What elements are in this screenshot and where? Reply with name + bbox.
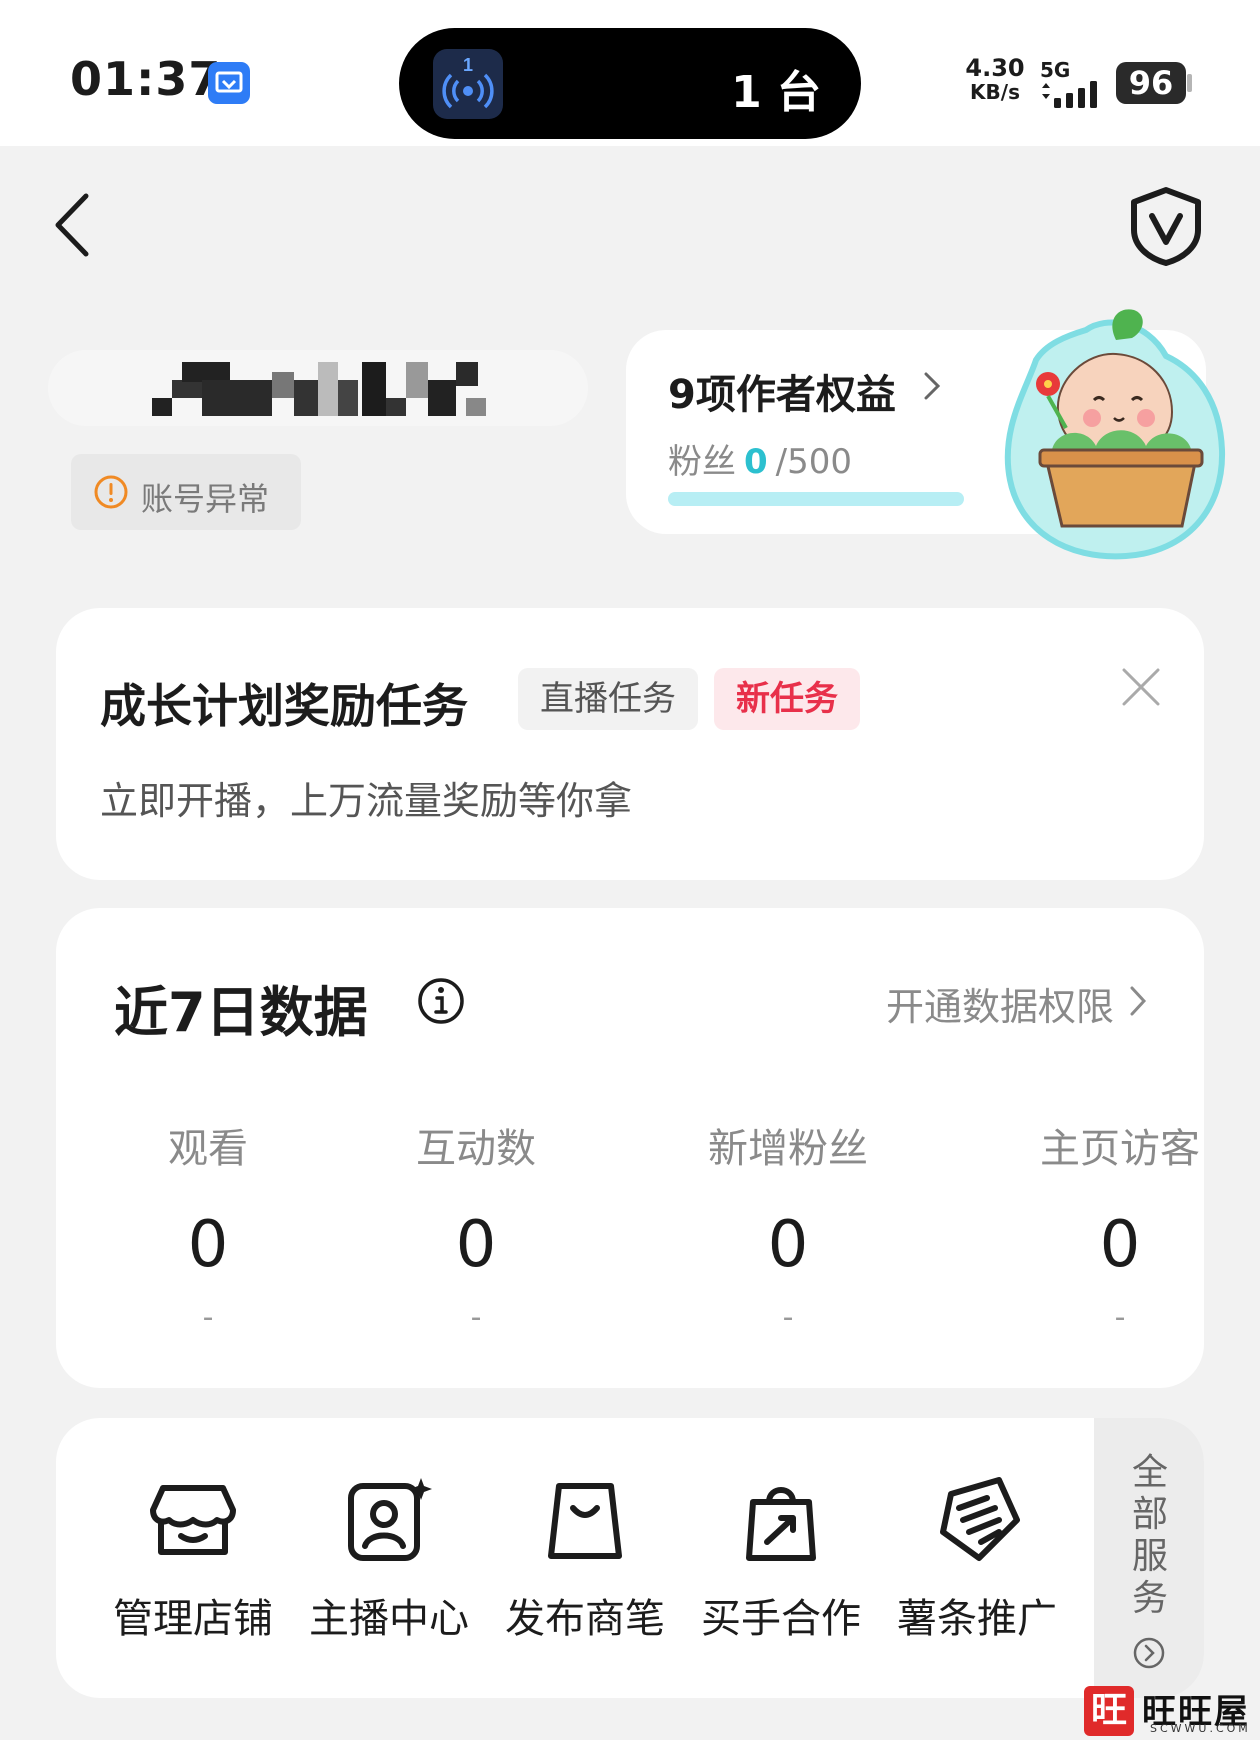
service-anchor-center[interactable]: 主播中心 <box>294 1472 484 1644</box>
screen-record-icon <box>208 62 250 104</box>
watermark-logo-box: 旺 <box>1084 1686 1134 1736</box>
tag-live-task: 直播任务 <box>518 668 698 730</box>
all-services-button[interactable]: 全部服务 <box>1094 1418 1204 1698</box>
metric-label: 观看 <box>168 1126 248 1172</box>
weekly-data-card: 近7日数据 开通数据权限 观看 0 - 互动数 0 - 新增粉丝 0 - 主页访… <box>56 908 1204 1388</box>
status-bar: 01:37 1 1 台 4.30 KB/s 5G 96 <box>0 0 1260 146</box>
shopping-bag-icon <box>548 1483 622 1559</box>
fans-progress-text: 粉丝 0/500 <box>668 442 853 482</box>
watermark-logo: 旺 旺旺屋 SCWWU.COM <box>1080 1682 1260 1740</box>
signal-icon <box>1042 81 1097 108</box>
account-warning-text: 账号异常 <box>141 480 270 518</box>
close-icon[interactable] <box>1120 666 1162 708</box>
metric-value: 0 <box>1099 1208 1141 1282</box>
service-label: 薯条推广 <box>897 1596 1057 1642</box>
info-icon[interactable] <box>416 976 466 1026</box>
open-data-permission-link[interactable]: 开通数据权限 <box>886 976 1114 1031</box>
service-fries-promotion[interactable]: 薯条推广 <box>882 1472 1072 1644</box>
all-services-label: 全部服务 <box>1131 1452 1168 1619</box>
shop-icon <box>150 1485 236 1555</box>
service-label: 买手合作 <box>701 1596 861 1642</box>
username-mosaic <box>152 362 486 416</box>
service-label: 发布商笔 <box>505 1596 665 1642</box>
dynamic-island[interactable]: 1 1 台 <box>399 28 861 139</box>
fries-promo-icon <box>940 1477 1020 1561</box>
metric-label: 互动数 <box>416 1126 536 1172</box>
services-card: 管理店铺 主播中心 发布商笔 买手合作 薯条推广 全部服务 <box>56 1418 1204 1698</box>
battery-nub <box>1187 74 1192 92</box>
service-label: 管理店铺 <box>113 1596 273 1642</box>
net-speed: 4.30 KB/s <box>965 54 1025 104</box>
tag-new-task: 新任务 <box>714 668 860 730</box>
watermark-sub: SCWWU.COM <box>1150 1722 1251 1735</box>
metric-profile-visitors[interactable]: 主页访客 0 - <box>1020 1116 1220 1335</box>
metric-views[interactable]: 观看 0 - <box>108 1116 308 1335</box>
fans-progress-bar <box>668 492 964 506</box>
device-count: 1 台 <box>731 67 821 118</box>
svg-text:1: 1 <box>463 55 473 75</box>
broadcast-icon: 1 <box>433 49 503 119</box>
metric-delta: - <box>1114 1300 1126 1335</box>
battery-indicator: 96 <box>1116 62 1186 104</box>
metric-label: 新增粉丝 <box>708 1126 868 1172</box>
account-warning-badge[interactable]: 账号异常 <box>71 454 301 530</box>
metric-label: 主页访客 <box>1040 1126 1200 1172</box>
service-manage-shop[interactable]: 管理店铺 <box>98 1472 288 1644</box>
service-buyer-cooperation[interactable]: 买手合作 <box>686 1472 876 1644</box>
warning-circle-icon <box>94 475 128 509</box>
metric-new-fans[interactable]: 新增粉丝 0 - <box>688 1116 888 1335</box>
metric-delta: - <box>202 1300 214 1335</box>
anchor-profile-icon <box>348 1478 432 1561</box>
chevron-right-icon <box>1130 986 1147 1016</box>
metric-interactions[interactable]: 互动数 0 - <box>376 1116 576 1335</box>
buyer-bag-icon <box>746 1487 816 1561</box>
chevron-right-icon <box>924 372 941 400</box>
metric-delta: - <box>782 1300 794 1335</box>
back-arrow-icon[interactable] <box>50 190 94 260</box>
task-title: 成长计划奖励任务 <box>100 679 468 733</box>
verified-shield-icon[interactable] <box>1128 186 1204 266</box>
task-subtitle: 立即开播，上万流量奖励等你拿 <box>100 779 633 823</box>
metric-value: 0 <box>187 1208 229 1282</box>
potato-mascot-sticker <box>1004 309 1226 560</box>
metric-value: 0 <box>767 1208 809 1282</box>
service-publish-note[interactable]: 发布商笔 <box>490 1472 680 1644</box>
status-time: 01:37 <box>70 52 222 106</box>
chevron-circle-right-icon <box>1133 1637 1165 1669</box>
metric-delta: - <box>470 1300 482 1335</box>
metric-value: 0 <box>455 1208 497 1282</box>
rights-title: 9项作者权益 <box>668 372 896 418</box>
service-label: 主播中心 <box>309 1596 469 1642</box>
growth-task-card[interactable]: 成长计划奖励任务 直播任务 新任务 立即开播，上万流量奖励等你拿 <box>56 608 1204 880</box>
data-title: 近7日数据 <box>114 981 368 1044</box>
network-type: 5G <box>1040 58 1071 82</box>
